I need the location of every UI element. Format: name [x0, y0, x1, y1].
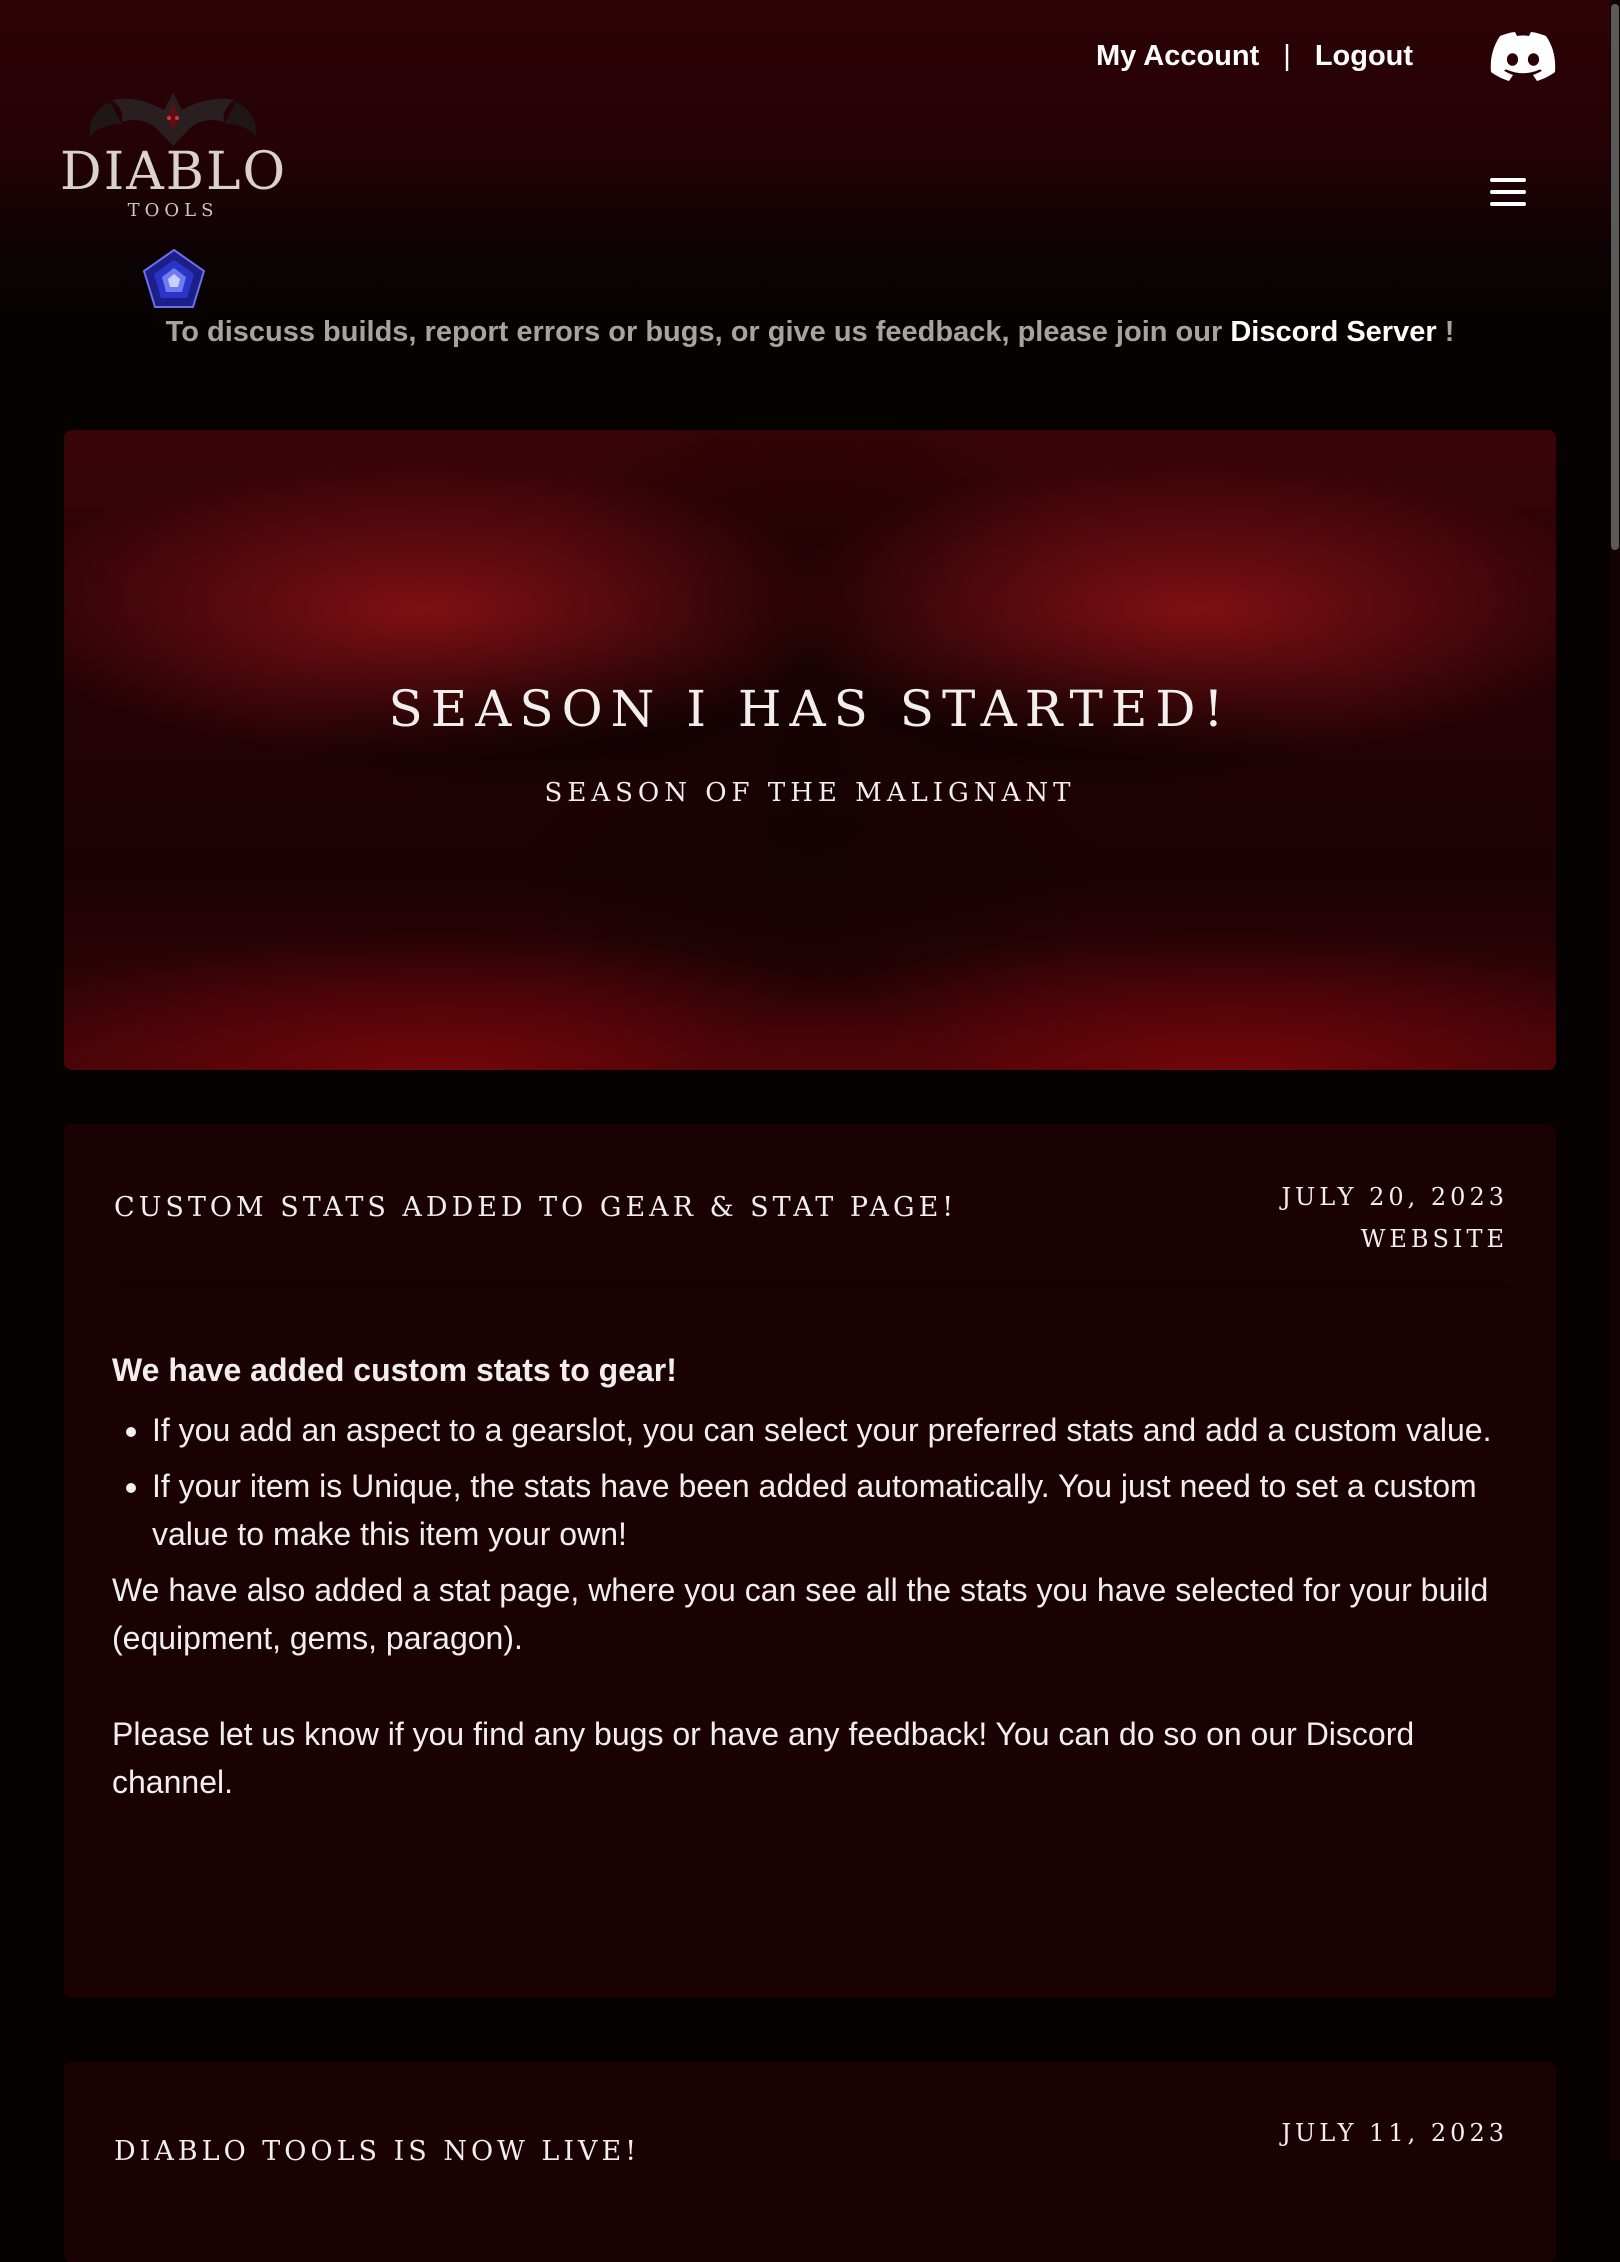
post-date: July 20, 2023	[1281, 1183, 1508, 1211]
logo-subtitle: TOOLS	[127, 200, 219, 221]
discord-notice: To discuss builds, report errors or bugs…	[0, 316, 1620, 349]
news-post: Diablo Tools is now live! July 11, 2023	[64, 2062, 1556, 2262]
page-scrollbar[interactable]	[1610, 0, 1620, 2160]
diablo-tools-logo[interactable]: DIABLO TOOLS	[60, 88, 286, 224]
notice-text: To discuss builds, report errors or bugs…	[165, 316, 1231, 348]
list-item: If you add an aspect to a gearslot, you …	[152, 1406, 1512, 1454]
post-body: We have added custom stats to gear! If y…	[112, 1346, 1512, 1854]
post-date: July 11, 2023	[1281, 2119, 1508, 2147]
link-separator: |	[1283, 39, 1291, 72]
post-meta: July 11, 2023	[1281, 2112, 1508, 2154]
logo-wordmark: DIABLO	[60, 142, 288, 202]
post-category: Website	[1360, 1225, 1508, 1253]
post-paragraph: We have also added a stat page, where yo…	[112, 1572, 1489, 1656]
post-divider	[114, 1284, 1510, 1286]
discord-icon[interactable]	[1490, 32, 1556, 82]
hamburger-menu-icon[interactable]	[1490, 178, 1526, 206]
account-links: My Account | Logout	[1096, 36, 1413, 76]
hero-title: SEASON I HAS STARTED!	[388, 680, 1232, 738]
post-lead: We have added custom stats to gear!	[112, 1352, 677, 1388]
news-post: Custom stats added to gear & stat page! …	[64, 1124, 1556, 1998]
post-title[interactable]: Diablo Tools is now live!	[114, 2136, 640, 2167]
scrollbar-thumb[interactable]	[1611, 4, 1619, 550]
post-paragraph: Please let us know if you find any bugs …	[112, 1716, 1415, 1800]
my-account-link[interactable]: My Account	[1096, 40, 1259, 73]
list-item: If your item is Unique, the stats have b…	[152, 1462, 1512, 1558]
post-title[interactable]: Custom stats added to gear & stat page!	[114, 1192, 957, 1223]
season-hero-banner[interactable]: SEASON I HAS STARTED! SEASON OF THE MALI…	[64, 430, 1556, 1070]
post-bullet-list: If you add an aspect to a gearslot, you …	[112, 1406, 1512, 1558]
logout-link[interactable]: Logout	[1315, 40, 1413, 73]
post-meta: July 20, 2023 Website	[1281, 1176, 1508, 1260]
sapphire-gem-icon	[142, 248, 206, 310]
notice-suffix: !	[1436, 316, 1455, 348]
discord-server-link[interactable]: Discord Server	[1230, 316, 1436, 348]
hero-subtitle: SEASON OF THE MALIGNANT	[544, 778, 1076, 808]
